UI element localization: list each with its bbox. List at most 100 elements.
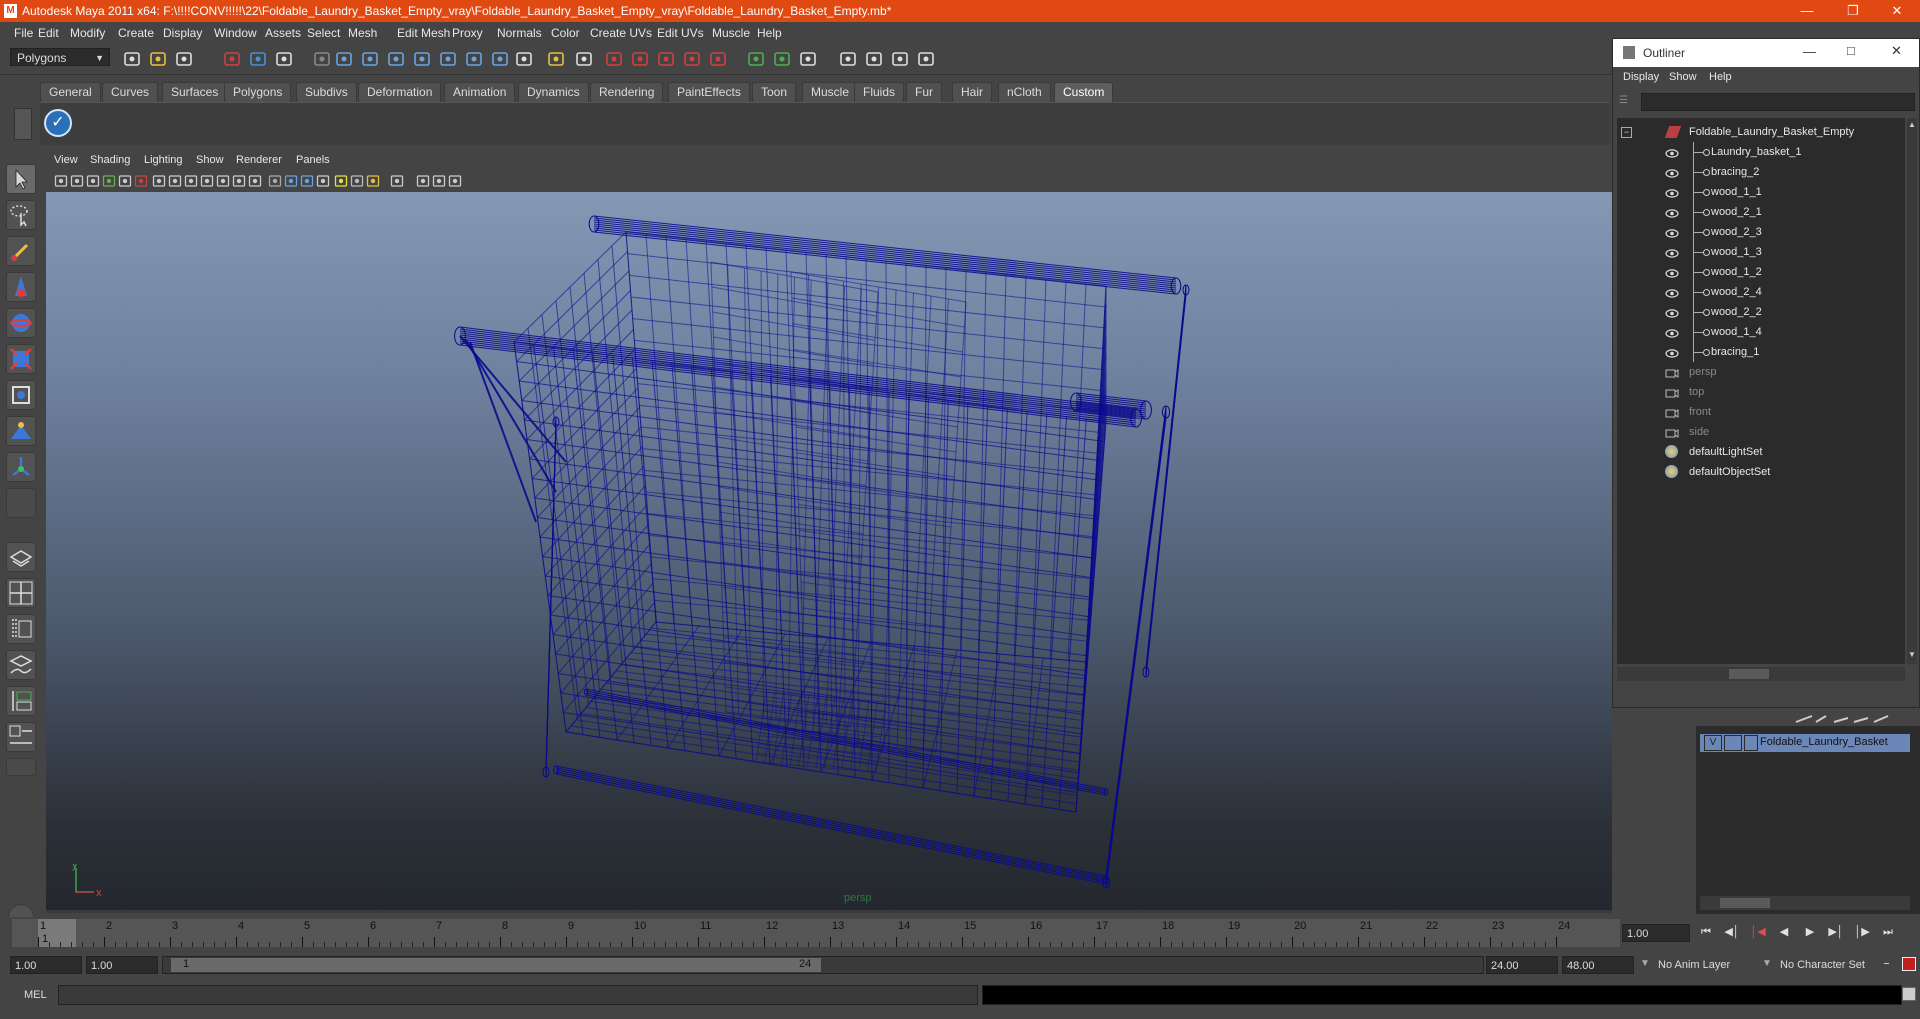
shelf-tab-curves[interactable]: Curves <box>102 82 159 102</box>
grid-icon[interactable] <box>152 174 166 188</box>
key-icon[interactable]: ⎯ <box>1884 958 1898 972</box>
filter-icon[interactable]: ☰ <box>1619 95 1633 109</box>
safe-title-icon[interactable] <box>248 174 262 188</box>
menu-help[interactable]: Help <box>757 26 782 40</box>
timeline-ruler[interactable]: 1 1 2 3 4 5 6 7 8 9 10 11 12 13 14 15 16 17 18 19 20 21 22 23 2… <box>12 919 1620 947</box>
layer-display-type-toggle[interactable] <box>1724 735 1742 751</box>
resolution-gate-icon[interactable] <box>184 174 198 188</box>
xray-joints-icon[interactable] <box>432 174 446 188</box>
shelf-tab-hair[interactable]: Hair <box>952 82 993 102</box>
shelf-tab-fluids[interactable]: Fluids <box>854 82 905 102</box>
render-current-frame-icon[interactable] <box>604 49 624 69</box>
show-hide-tool-icon[interactable] <box>864 49 884 69</box>
universal-manipulator-icon[interactable] <box>6 380 36 410</box>
perspective-viewport[interactable]: persp x y <box>46 192 1614 910</box>
menu-modify[interactable]: Modify <box>70 26 105 40</box>
channel-box-icon[interactable] <box>772 49 792 69</box>
outliner-minimize-icon[interactable]: — <box>1803 44 1816 59</box>
menu-color[interactable]: Color <box>551 26 580 40</box>
visibility-eye-icon[interactable] <box>1665 206 1679 218</box>
select-tool-icon[interactable] <box>6 164 36 194</box>
panel-menu-lighting[interactable]: Lighting <box>144 154 183 166</box>
show-hide-attribute-icon[interactable] <box>838 49 858 69</box>
menu-muscle[interactable]: Muscle <box>712 26 750 40</box>
script-editor-icon[interactable] <box>1902 987 1916 1001</box>
character-set-chevron-icon[interactable]: ▼ <box>1762 958 1774 969</box>
tool-settings-icon[interactable] <box>798 49 818 69</box>
menu-edit-uvs[interactable]: Edit UVs <box>657 26 704 40</box>
outliner-item[interactable]: wood_1_1 <box>1617 182 1905 202</box>
visibility-eye-icon[interactable] <box>1665 226 1679 238</box>
visibility-eye-icon[interactable] <box>1665 186 1679 198</box>
isolate-select-icon[interactable] <box>390 174 404 188</box>
outliner-item[interactable]: wood_1_3 <box>1617 242 1905 262</box>
visibility-eye-icon[interactable] <box>1665 246 1679 258</box>
scroll-thumb[interactable] <box>1729 669 1769 679</box>
visibility-eye-icon[interactable] <box>1665 286 1679 298</box>
step-forward-frame-icon[interactable]: ▶│ <box>1828 925 1844 939</box>
hypershade-layout-icon[interactable] <box>6 686 36 716</box>
snap-point-icon[interactable] <box>386 49 406 69</box>
ipr-render-icon[interactable] <box>630 49 650 69</box>
safe-action-icon[interactable] <box>232 174 246 188</box>
outliner-item[interactable]: top <box>1617 382 1905 402</box>
menu-create[interactable]: Create <box>118 26 154 40</box>
move-tool-icon[interactable] <box>6 272 36 302</box>
rotate-tool-icon[interactable] <box>6 308 36 338</box>
bookmarks-icon[interactable] <box>86 174 100 188</box>
auto-key-icon[interactable] <box>1902 957 1916 971</box>
shelf-menu-icon[interactable] <box>14 108 32 140</box>
menu-proxy[interactable]: Proxy <box>452 26 483 40</box>
gate-mask-icon[interactable] <box>200 174 214 188</box>
select-hierarchy-icon[interactable] <box>222 49 242 69</box>
shelf-tab-ncloth[interactable]: nCloth <box>998 82 1051 102</box>
toolbox-expand-icon[interactable] <box>6 758 36 776</box>
menu-edit-mesh[interactable]: Edit Mesh <box>397 26 450 40</box>
persp-graph-layout-icon[interactable] <box>6 650 36 680</box>
visibility-eye-icon[interactable] <box>1665 146 1679 158</box>
show-hide-layer-icon[interactable] <box>916 49 936 69</box>
outliner-item[interactable]: − Foldable_Laundry_Basket_Empty <box>1617 122 1905 142</box>
construction-icon[interactable] <box>490 49 510 69</box>
visibility-eye-icon[interactable] <box>1665 346 1679 358</box>
shelf-tab-rendering[interactable]: Rendering <box>590 82 664 102</box>
checkmark-icon[interactable]: ✓ <box>44 109 72 137</box>
shelf-tab-toon[interactable]: Toon <box>752 82 797 102</box>
shelf-tab-muscle[interactable]: Muscle <box>802 82 859 102</box>
minimize-icon[interactable]: — <box>1784 0 1830 22</box>
shelf-tab-subdivs[interactable]: Subdivs <box>296 82 357 102</box>
step-forward-key-icon[interactable]: │▶ <box>1854 925 1870 939</box>
layer-row[interactable]: V Foldable_Laundry_Basket <box>1700 734 1910 752</box>
menu-select[interactable]: Select <box>307 26 340 40</box>
current-time-field[interactable]: 1.00 <box>1622 924 1690 942</box>
menu-set-dropdown[interactable]: Polygons ▼ <box>10 48 110 66</box>
visibility-eye-icon[interactable] <box>1665 166 1679 178</box>
range-slider[interactable]: 1 24 <box>162 956 1484 974</box>
shelf-tab-animation[interactable]: Animation <box>444 82 516 102</box>
persp-outliner-layout-icon[interactable] <box>6 614 36 644</box>
outliner-item[interactable]: persp <box>1617 362 1905 382</box>
select-camera-icon[interactable] <box>54 174 68 188</box>
outliner-item[interactable]: wood_1_2 <box>1617 262 1905 282</box>
menu-display[interactable]: Display <box>163 26 202 40</box>
range-slider-handle[interactable]: 1 24 <box>171 958 821 972</box>
playback-end-field[interactable]: 24.00 <box>1486 956 1558 974</box>
new-scene-icon[interactable] <box>122 49 142 69</box>
step-back-key-icon[interactable]: ◀│ <box>1724 925 1740 939</box>
render-view-icon[interactable] <box>708 49 728 69</box>
play-backward-icon[interactable]: ◀ <box>1776 925 1792 939</box>
outliner-item[interactable]: front <box>1617 402 1905 422</box>
outliner-menu-display[interactable]: Display <box>1623 71 1659 83</box>
command-language-label[interactable]: MEL <box>24 989 47 1001</box>
smooth-shade-icon[interactable] <box>284 174 298 188</box>
outliner-item[interactable]: defaultObjectSet <box>1617 462 1905 482</box>
animation-start-field[interactable]: 1.00 <box>10 956 82 974</box>
outliner-item[interactable]: wood_1_4 <box>1617 322 1905 342</box>
panel-menu-panels[interactable]: Panels <box>296 154 330 166</box>
shelf-tab-dynamics[interactable]: Dynamics <box>518 82 589 102</box>
attribute-editor-icon[interactable] <box>746 49 766 69</box>
go-to-end-icon[interactable]: ⏭ <box>1880 925 1896 939</box>
restore-icon[interactable]: ❐ <box>1830 0 1876 22</box>
outliner-item[interactable]: side <box>1617 422 1905 442</box>
shelf-tab-surfaces[interactable]: Surfaces <box>162 82 228 102</box>
